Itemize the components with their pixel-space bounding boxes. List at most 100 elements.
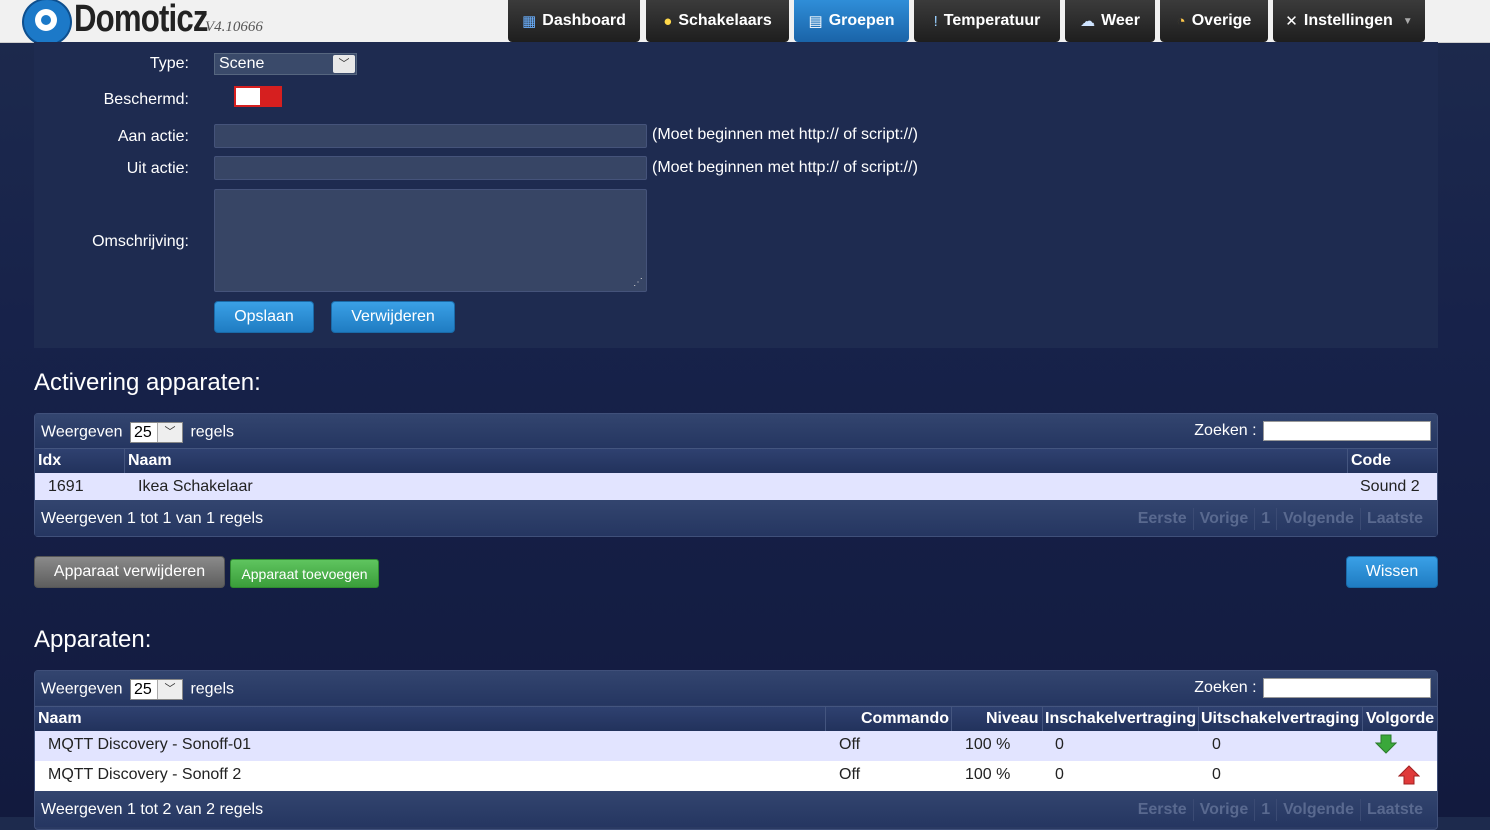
type-label: Type: (149, 55, 189, 72)
table-footer: Weergeven 1 tot 1 van 1 regels Eerste Vo… (35, 500, 1437, 536)
up-arrow-icon[interactable] (1398, 765, 1420, 785)
column-header-name[interactable]: Naam (38, 710, 82, 728)
pager-previous[interactable]: Vorige (1192, 508, 1255, 530)
on-action-input[interactable] (214, 124, 647, 148)
table-info: Weergeven 1 tot 1 van 1 regels (41, 510, 264, 527)
nav-label: Temperatuur (943, 12, 1041, 29)
pager-last[interactable]: Laatste (1359, 799, 1429, 821)
nav-label: Overige (1191, 12, 1252, 29)
show-suffix: regels (190, 680, 235, 698)
clear-button[interactable]: Wissen (1346, 556, 1438, 588)
devices-table: Weergeven 25 ﹀ regels Zoeken : Naam Comm… (34, 670, 1438, 830)
column-header-on-delay[interactable]: Inschakelvertraging (1045, 710, 1196, 728)
page-length-select[interactable]: 25 ﹀ (129, 422, 183, 443)
cell-level: 100 % (965, 736, 1011, 753)
description-textarea[interactable]: ⋰ (214, 189, 647, 292)
devices-title: Apparaten: (34, 626, 152, 653)
table-toolbar: Weergeven 25 ﹀ regels Zoeken : (35, 414, 1437, 448)
chevron-down-icon: ﹀ (156, 680, 182, 699)
resize-grip-icon[interactable]: ⋰ (633, 277, 643, 288)
page-length-select[interactable]: 25 ﹀ (129, 679, 183, 700)
table-toolbar: Weergeven 25 ﹀ regels Zoeken : (35, 671, 1437, 705)
cell-name: MQTT Discovery - Sonoff-01 (48, 736, 252, 753)
search-control: Zoeken : (1194, 421, 1431, 441)
activation-table: Weergeven 25 ﹀ regels Zoeken : Idx Naam … (34, 413, 1438, 537)
add-device-button[interactable]: Apparaat toevoegen (230, 559, 379, 588)
table-row[interactable]: 1691 Ikea Schakelaar Sound 2 (35, 473, 1437, 502)
nav-label: Schakelaars (678, 12, 772, 29)
nav-label: Dashboard (542, 12, 626, 29)
remove-device-button[interactable]: Apparaat verwijderen (34, 556, 225, 588)
nav-settings[interactable]: ✕ Instellingen ▼ (1273, 0, 1425, 42)
nav-dashboard[interactable]: ▦ Dashboard (508, 0, 640, 42)
cell-name: MQTT Discovery - Sonoff 2 (48, 766, 242, 783)
delete-button[interactable]: Verwijderen (331, 301, 455, 333)
nav-label: Weer (1101, 12, 1140, 29)
cell-code: Sound 2 (1360, 478, 1420, 495)
table-row[interactable]: MQTT Discovery - Sonoff 2 Off 100 % 0 0 (35, 761, 1437, 791)
column-header-order[interactable]: Volgorde (1366, 710, 1434, 728)
down-arrow-icon[interactable] (1375, 734, 1397, 754)
top-bar: Domoticz V4.10666 ▦ Dashboard ● Schakela… (0, 0, 1490, 46)
type-select-value: Scene (219, 55, 265, 72)
show-prefix: Weergeven (41, 423, 123, 441)
pagination: Eerste Vorige 1 Volgende Laatste (1132, 799, 1429, 821)
column-header-level[interactable]: Niveau (986, 710, 1038, 728)
cell-name: Ikea Schakelaar (138, 478, 253, 495)
chevron-down-icon: ﹀ (333, 55, 355, 73)
off-action-hint: (Moet beginnen met http:// of script://) (652, 159, 918, 176)
logo-text[interactable]: Domoticz (74, 0, 208, 41)
cell-on-delay: 0 (1055, 766, 1064, 783)
table-footer: Weergeven 1 tot 2 van 2 regels Eerste Vo… (35, 791, 1437, 827)
nav-switches[interactable]: ● Schakelaars (646, 0, 789, 42)
cell-command: Off (839, 766, 861, 783)
utility-icon: ◔ (1176, 12, 1186, 30)
page-length-value: 25 (133, 681, 152, 698)
nav-label: Groepen (828, 12, 895, 29)
protected-label: Beschermd: (103, 91, 189, 108)
pager-first[interactable]: Eerste (1132, 508, 1193, 530)
cell-level: 100 % (965, 766, 1011, 783)
nav-scenes[interactable]: ▤ Groepen (794, 0, 909, 42)
table-header: Naam Commando Niveau Inschakelvertraging… (35, 706, 1437, 732)
column-header-idx[interactable]: Idx (38, 452, 61, 470)
nav-temperature[interactable]: ǃ Temperatuur (914, 0, 1060, 42)
column-header-name[interactable]: Naam (128, 452, 172, 470)
pager-last[interactable]: Laatste (1359, 508, 1429, 530)
search-label: Zoeken : (1194, 679, 1257, 697)
pager-next[interactable]: Volgende (1276, 508, 1360, 530)
scenes-icon: ▤ (808, 13, 823, 30)
table-info: Weergeven 1 tot 2 van 2 regels (41, 801, 264, 818)
search-input[interactable] (1263, 678, 1431, 698)
settings-icon: ✕ (1285, 13, 1298, 30)
search-input[interactable] (1263, 421, 1431, 441)
save-button[interactable]: Opslaan (214, 301, 314, 333)
version-label: V4.10666 (205, 19, 263, 35)
pager-first[interactable]: Eerste (1132, 799, 1193, 821)
type-select[interactable]: Scene ﹀ (214, 53, 357, 75)
pager-page-1[interactable]: 1 (1254, 508, 1276, 530)
chevron-down-icon: ▼ (1402, 15, 1413, 27)
column-header-off-delay[interactable]: Uitschakelvertraging (1201, 710, 1359, 728)
weather-icon: ☁ (1080, 13, 1096, 30)
off-action-input[interactable] (214, 156, 647, 180)
pager-page-1[interactable]: 1 (1254, 799, 1276, 821)
show-prefix: Weergeven (41, 680, 123, 698)
chevron-down-icon: ﹀ (156, 423, 182, 442)
nav-utility[interactable]: ◔ Overige (1160, 0, 1268, 42)
pager-next[interactable]: Volgende (1276, 799, 1360, 821)
page-length-control: Weergeven 25 ﹀ regels (41, 422, 234, 443)
cell-idx: 1691 (48, 478, 84, 495)
domoticz-logo-icon[interactable] (22, 0, 72, 46)
nav-label: Instellingen (1303, 12, 1393, 29)
column-header-code[interactable]: Code (1351, 452, 1391, 470)
table-row[interactable]: MQTT Discovery - Sonoff-01 Off 100 % 0 0 (35, 731, 1437, 761)
search-label: Zoeken : (1194, 422, 1257, 440)
on-action-hint: (Moet beginnen met http:// of script://) (652, 126, 918, 143)
column-header-command[interactable]: Commando (861, 710, 949, 728)
nav-weather[interactable]: ☁ Weer (1065, 0, 1155, 42)
protected-toggle[interactable] (234, 86, 282, 107)
pager-previous[interactable]: Vorige (1192, 799, 1255, 821)
pagination: Eerste Vorige 1 Volgende Laatste (1132, 508, 1429, 530)
table-header: Idx Naam Code (35, 448, 1437, 474)
